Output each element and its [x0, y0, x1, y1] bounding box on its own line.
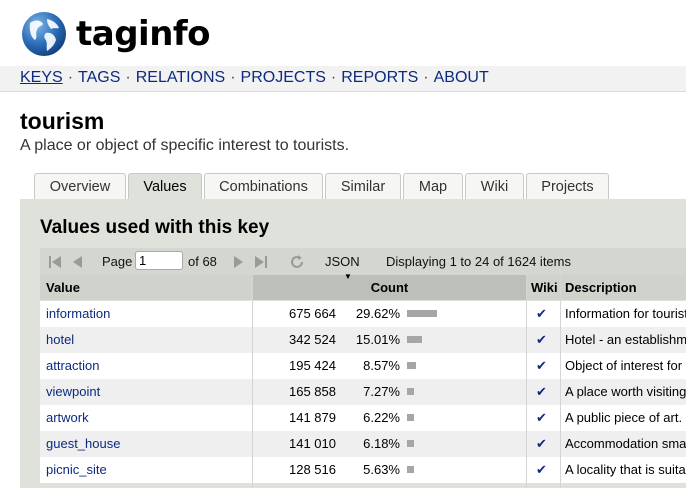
page-label: Page — [102, 254, 133, 269]
count-bar — [407, 388, 414, 395]
count-value: 128 516 — [289, 462, 336, 477]
table-row: information 675 664 29.62% ✔ Information for… — [40, 301, 686, 327]
tab-projects[interactable]: Projects — [526, 173, 609, 199]
count-value: 675 664 — [289, 306, 336, 321]
value-link[interactable]: picnic_site — [46, 457, 246, 483]
panel-title: Values used with this key — [40, 217, 270, 238]
displaying-info: Displaying 1 to 24 of 1624 items — [386, 254, 571, 269]
tab-wiki[interactable]: Wiki — [465, 173, 524, 199]
tab-overview[interactable]: Overview — [34, 173, 126, 199]
wiki-check-icon: ✔ — [536, 436, 547, 451]
value-description: A public piece of art. — [565, 410, 683, 425]
nav-tags[interactable]: TAGS — [78, 69, 120, 87]
taginfo-logo[interactable]: taginfo — [21, 11, 211, 57]
prev-page-icon[interactable] — [71, 248, 83, 275]
table-header: Value Count Wiki Description — [40, 275, 686, 300]
nav-separator: · — [230, 69, 236, 86]
json-link[interactable]: JSON — [325, 248, 360, 275]
count-percent: 8.57% — [363, 358, 400, 373]
count-bar — [407, 466, 414, 473]
tab-map[interactable]: Map — [403, 173, 463, 199]
table-row: hotel 342 524 15.01% ✔ Hotel - an establishm… — [40, 327, 686, 353]
value-description: A locality that is suitable — [565, 462, 686, 477]
count-bar — [407, 414, 414, 421]
table-row: viewpoint 165 858 7.27% ✔ A place worth visi… — [40, 379, 686, 405]
tab-combinations[interactable]: Combinations — [204, 173, 323, 199]
nav-keys[interactable]: KEYS — [20, 69, 63, 87]
table-row: artwork 141 879 6.22% ✔ A public piece of ar… — [40, 405, 686, 431]
wiki-check-icon: ✔ — [536, 306, 547, 321]
count-bar — [407, 440, 414, 447]
column-header-description[interactable]: Description — [561, 275, 686, 300]
value-description: Hotel - an establishment — [565, 332, 686, 347]
value-link[interactable]: guest_house — [46, 431, 246, 457]
page-number-input[interactable] — [135, 251, 183, 270]
column-divider — [560, 275, 561, 488]
table-row: picnic_site 128 516 5.63% ✔ A locality that … — [40, 457, 686, 483]
count-percent: 5.63% — [363, 462, 400, 477]
first-page-icon[interactable] — [48, 248, 62, 275]
last-page-icon[interactable] — [254, 248, 268, 275]
count-percent: 29.62% — [355, 306, 400, 321]
count-bar — [407, 362, 416, 369]
value-link[interactable]: attraction — [46, 353, 246, 379]
main-nav: KEYS · TAGS · RELATIONS · PROJECTS · REP… — [20, 69, 489, 87]
nav-projects[interactable]: PROJECTS — [241, 69, 326, 87]
wiki-check-icon: ✔ — [536, 384, 547, 399]
column-header-wiki[interactable]: Wiki — [527, 275, 560, 300]
sort-desc-icon: ▼ — [344, 272, 352, 281]
value-description: Information for tourists — [565, 306, 686, 321]
table-row: attraction 195 424 8.57% ✔ Object of interes… — [40, 353, 686, 379]
count-percent: 6.22% — [363, 410, 400, 425]
wiki-check-icon: ✔ — [536, 332, 547, 347]
count-value: 165 858 — [289, 384, 336, 399]
value-description: Accommodation small — [565, 436, 686, 451]
nav-relations[interactable]: RELATIONS — [136, 69, 226, 87]
logo-text: taginfo — [76, 14, 211, 54]
tab-values[interactable]: Values — [128, 173, 202, 200]
nav-about[interactable]: ABOUT — [434, 69, 489, 87]
count-value: 195 424 — [289, 358, 336, 373]
count-percent: 6.18% — [363, 436, 400, 451]
value-link[interactable]: viewpoint — [46, 379, 246, 405]
reload-icon[interactable] — [289, 248, 305, 275]
count-percent: 7.27% — [363, 384, 400, 399]
value-description: Object of interest for a — [565, 358, 686, 373]
value-link[interactable]: hotel — [46, 327, 246, 353]
count-value: 141 879 — [289, 410, 336, 425]
value-link[interactable]: artwork — [46, 405, 246, 431]
count-value: 141 010 — [289, 436, 336, 451]
pager-bar: Page of 68 JSON Displaying 1 to 24 of 16… — [40, 248, 686, 275]
wiki-check-icon: ✔ — [536, 358, 547, 373]
nav-separator: · — [423, 69, 429, 86]
value-link[interactable]: information — [46, 301, 246, 327]
globe-icon — [22, 12, 66, 56]
count-percent: 15.01% — [355, 332, 400, 347]
wiki-check-icon: ✔ — [536, 462, 547, 477]
nav-separator: · — [330, 69, 337, 86]
next-page-icon[interactable] — [233, 248, 245, 275]
count-bar — [407, 310, 437, 317]
key-description: A place or object of specific interest t… — [20, 137, 350, 154]
column-divider — [252, 275, 253, 488]
page-count-label: of 68 — [188, 254, 217, 269]
column-header-value[interactable]: Value — [40, 275, 252, 300]
value-description: A place worth visiting — [565, 384, 686, 399]
count-value: 342 524 — [289, 332, 336, 347]
wiki-check-icon: ✔ — [536, 410, 547, 425]
column-divider — [526, 275, 527, 488]
page-title: tourism — [20, 108, 105, 134]
nav-reports[interactable]: REPORTS — [341, 69, 418, 87]
table-row: guest_house 141 010 6.18% ✔ Accommodation sm… — [40, 431, 686, 457]
nav-separator: · — [67, 69, 74, 86]
tab-similar[interactable]: Similar — [325, 173, 401, 199]
count-bar — [407, 336, 422, 343]
column-header-count[interactable]: Count — [253, 275, 526, 300]
nav-separator: · — [125, 69, 131, 86]
